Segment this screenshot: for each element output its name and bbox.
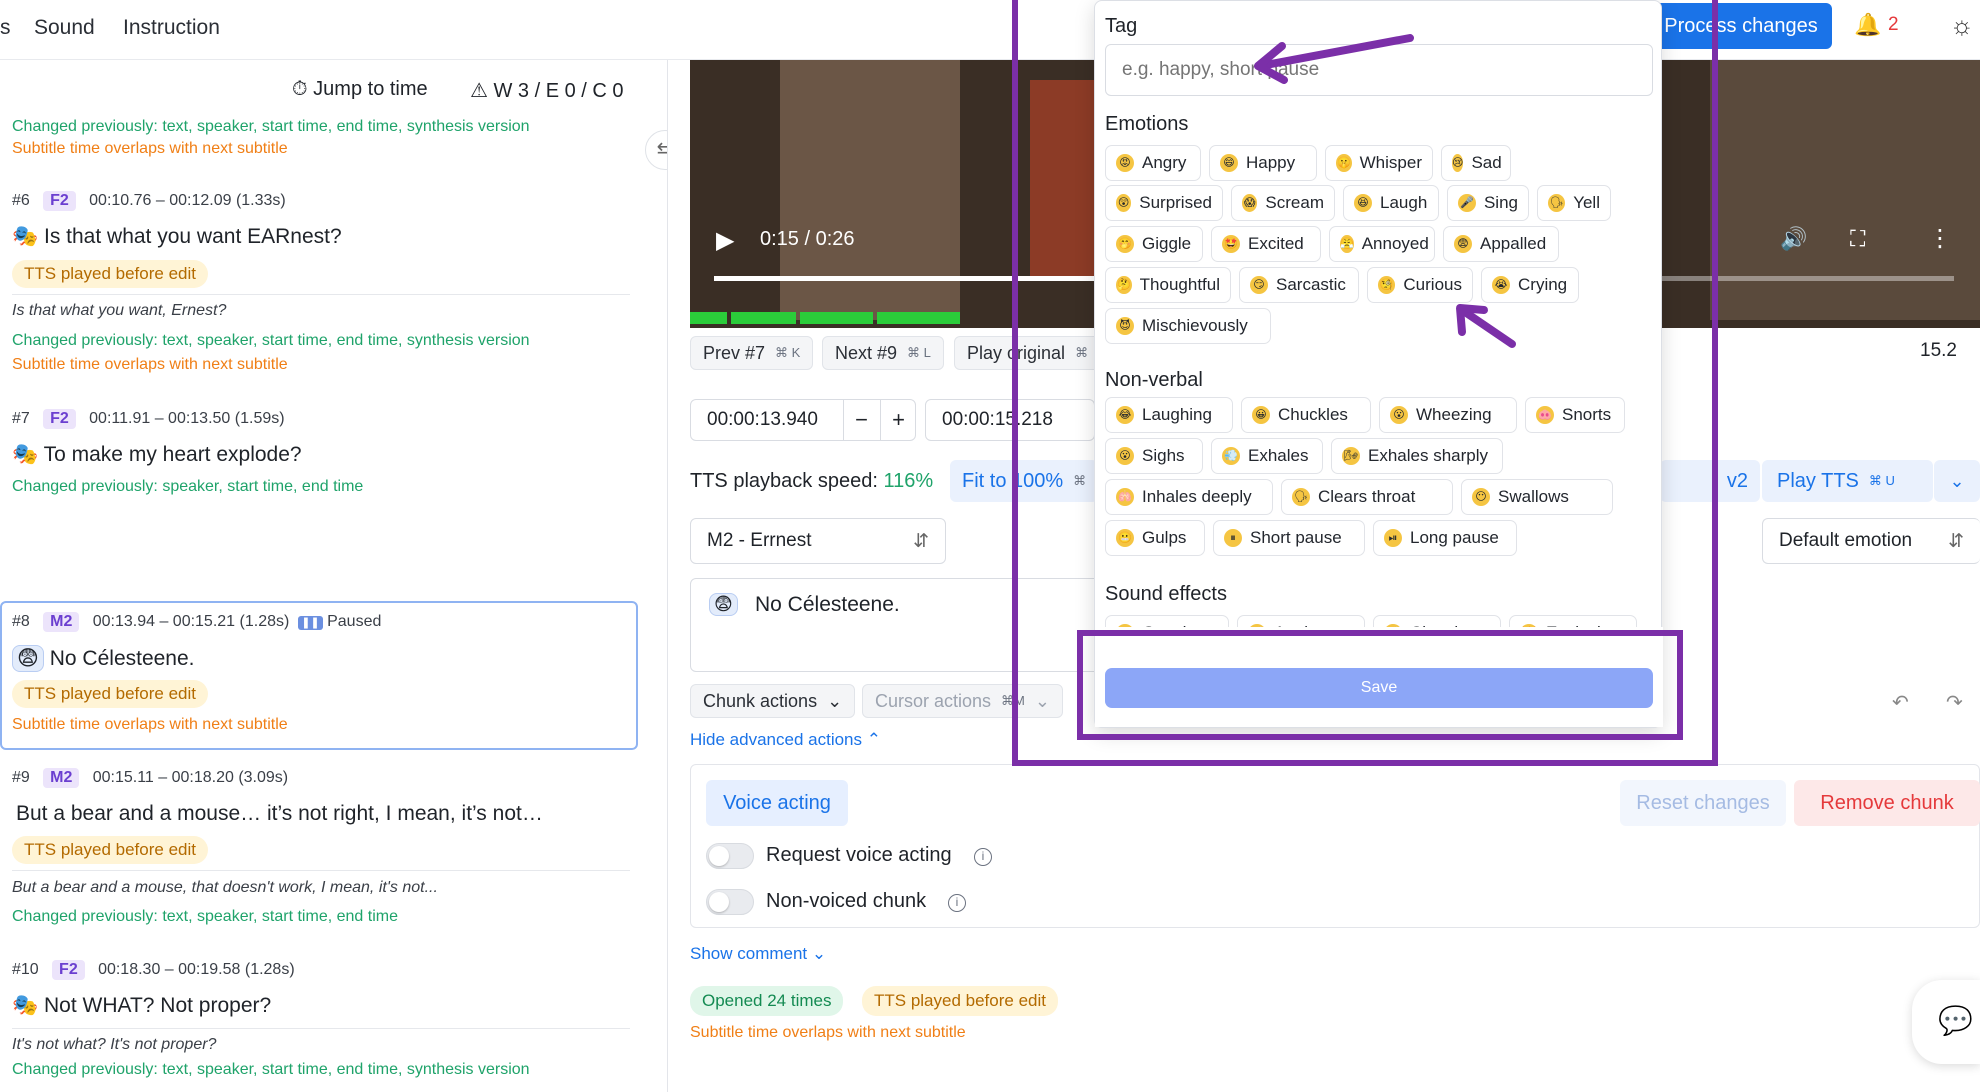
mask-icon: 🎭 — [12, 443, 39, 466]
play-icon[interactable]: ▶ — [716, 226, 734, 255]
mask-icon: 🎭 — [12, 994, 39, 1017]
tts-speed: TTS playback speed: 116% — [690, 470, 934, 492]
mask-icon: 🎭 — [12, 225, 39, 248]
request-voice-acting-toggle[interactable] — [706, 843, 754, 869]
nav-item-sound[interactable]: Sound — [34, 16, 95, 40]
subtitle-text[interactable]: 🎭 Is that what you want EARnest? — [12, 225, 342, 249]
change-note: Changed previously: text, speaker, start… — [12, 118, 530, 135]
undo-icon[interactable]: ↶ — [1892, 690, 1909, 715]
subtitle-meta: #8 M2 00:13.94 – 00:15.21 (1.28s) ❚❚ Pau… — [12, 612, 382, 632]
bell-icon[interactable]: 🔔 — [1854, 12, 1881, 38]
speaker-badge: F2 — [52, 960, 85, 980]
change-note: Changed previously: text, speaker, start… — [12, 332, 530, 349]
warning-icon: ⚠ — [470, 80, 488, 102]
annotation-frame-save — [1077, 630, 1683, 740]
speaker-badge: F2 — [43, 409, 76, 429]
overlap-warning: Subtitle time overlaps with next subtitl… — [12, 716, 288, 733]
swap-icon[interactable]: ⇆ — [645, 130, 667, 170]
change-note: Changed previously: speaker, start time,… — [12, 478, 364, 495]
non-voiced-toggle[interactable] — [706, 889, 754, 915]
speaker-select[interactable]: M2 - Errnest ⇵ — [690, 518, 946, 564]
remove-chunk-button[interactable]: Remove chunk — [1794, 780, 1980, 826]
sun-icon[interactable]: ☼ — [1950, 10, 1974, 41]
updown-icon: ⇵ — [913, 530, 929, 552]
non-voiced-label: Non-voiced chunk — [766, 890, 927, 912]
video-time: 0:15 / 0:26 — [760, 228, 855, 250]
original-text: It's not what? It's not proper? — [12, 1036, 217, 1053]
prev-button[interactable]: Prev #7 ⌘ K — [690, 336, 814, 370]
timeline-segments — [690, 312, 961, 324]
info-icon[interactable]: i — [974, 848, 992, 866]
chunk-actions-dropdown[interactable]: Chunk actions ⌄ — [690, 684, 856, 718]
more-icon[interactable]: ⋮ — [1928, 224, 1952, 253]
overlap-warning: Subtitle time overlaps with next subtitl… — [690, 1024, 966, 1041]
subtitle-text[interactable]: 😨 No Célesteene. — [12, 645, 195, 672]
original-text: Is that what you want, Ernest? — [12, 302, 227, 319]
emotion-select[interactable]: Default emotion ⇵ — [1762, 518, 1980, 564]
timer-icon: ⏱ — [292, 78, 308, 100]
tts-badge: TTS played before edit — [862, 986, 1058, 1016]
increment-button[interactable]: + — [880, 399, 916, 441]
reset-changes-button[interactable]: Reset changes — [1620, 780, 1786, 826]
request-voice-acting-label: Request voice acting — [766, 844, 952, 866]
subtitle-meta: #10 F2 00:18.30 – 00:19.58 (1.28s) — [12, 960, 295, 980]
change-note: Changed previously: text, speaker, start… — [12, 1061, 530, 1078]
nav-item-partial[interactable]: s — [0, 16, 11, 40]
right-value: 15.2 — [1920, 340, 1957, 361]
play-tts-button[interactable]: Play TTS ⌘ U — [1763, 460, 1933, 502]
annotation-arrow-icon — [1456, 304, 1516, 348]
opened-badge: Opened 24 times — [690, 986, 844, 1016]
subtitle-text[interactable]: 🎭 To make my heart explode? — [12, 443, 302, 467]
overlap-warning: Subtitle time overlaps with next subtitl… — [12, 356, 288, 373]
chevron-down-icon[interactable]: ⌄ — [1934, 460, 1980, 502]
speaker-badge: F2 — [43, 191, 76, 211]
annotation-arrow-icon — [1254, 34, 1414, 84]
pause-icon: ❚❚ — [298, 616, 323, 631]
subtitle-meta: #9 M2 00:15.11 – 00:18.20 (3.09s) — [12, 768, 289, 788]
speaker-badge: M2 — [43, 768, 80, 788]
fearful-emoji-icon: 😨 — [709, 593, 738, 616]
decrement-button[interactable]: − — [843, 399, 879, 441]
subtitle-meta: #7 F2 00:11.91 – 00:13.50 (1.59s) — [12, 409, 285, 429]
tab-voice-acting[interactable]: Voice acting — [706, 780, 848, 826]
speaker-badge: M2 — [43, 612, 80, 632]
chat-button[interactable]: 💬 — [1912, 980, 1980, 1064]
tts-badge: TTS played before edit — [12, 260, 208, 288]
tts-badge: TTS played before edit — [12, 836, 208, 864]
fullscreen-icon[interactable]: ⛶ — [1850, 226, 1865, 252]
change-note: Changed previously: text, speaker, start… — [12, 908, 398, 925]
next-button[interactable]: Next #9 ⌘ L — [822, 336, 944, 370]
show-comment-link[interactable]: Show comment ⌄ — [690, 944, 826, 964]
notification-count: 2 — [1888, 14, 1899, 35]
nav-item-instruction[interactable]: Instruction — [123, 16, 220, 40]
fearful-emoji-icon: 😨 — [12, 645, 44, 672]
hide-advanced-link[interactable]: Hide advanced actions ⌃ — [690, 730, 881, 750]
volume-icon[interactable]: 🔊 — [1780, 226, 1807, 252]
chat-icon: 💬 — [1938, 1005, 1973, 1036]
original-text: But a bear and a mouse, that doesn't wor… — [12, 879, 438, 896]
updown-icon: ⇵ — [1948, 530, 1964, 552]
info-icon[interactable]: i — [948, 894, 966, 912]
overlap-warning: Subtitle time overlaps with next subtitl… — [12, 140, 288, 157]
subtitle-text[interactable]: 🎭 Not WHAT? Not proper? — [12, 994, 271, 1018]
jump-to-time-button[interactable]: ⏱ Jump to time — [292, 78, 428, 101]
tts-badge: TTS played before edit — [12, 680, 208, 708]
subtitle-meta: #6 F2 00:10.76 – 00:12.09 (1.33s) — [12, 191, 286, 211]
redo-icon[interactable]: ↷ — [1946, 690, 1963, 715]
subtitle-text[interactable]: But a bear and a mouse… it’s not right, … — [16, 802, 543, 826]
warnings-counter[interactable]: ⚠ W 3 / E 0 / C 0 — [470, 78, 624, 103]
subtitle-list: ⏱ Jump to time ⚠ W 3 / E 0 / C 0 Changed… — [0, 60, 668, 1092]
